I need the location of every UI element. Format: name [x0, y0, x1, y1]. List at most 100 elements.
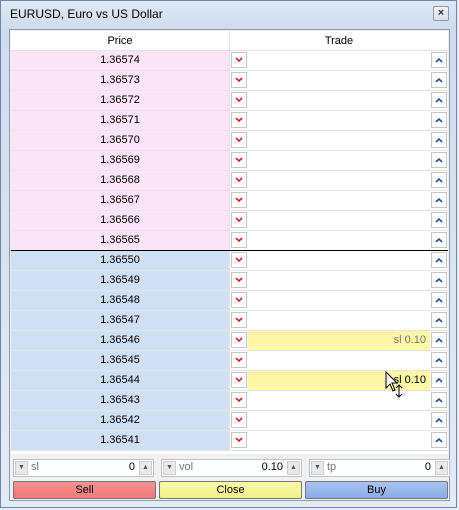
chevron-down-icon [235, 277, 243, 283]
buy-at-price-button[interactable] [431, 292, 447, 308]
buy-at-price-button[interactable] [431, 432, 447, 448]
buy-at-price-button[interactable] [431, 192, 447, 208]
sell-at-price-button[interactable] [231, 72, 247, 88]
vol-stepper[interactable]: ▼ vol 0.10 ▲ [161, 459, 302, 477]
tp-value[interactable]: 0 [425, 461, 431, 473]
price-cell: 1.36545 [11, 351, 230, 370]
chevron-up-icon [435, 77, 443, 83]
price-cell: 1.36548 [11, 291, 230, 310]
tp-stepper[interactable]: ▼ tp 0 ▲ [309, 459, 450, 477]
chevron-down-icon [235, 57, 243, 63]
table-row: 1.36545 [11, 351, 448, 371]
buy-at-price-button[interactable] [431, 412, 447, 428]
close-position-button[interactable]: Close [159, 481, 302, 499]
sell-at-price-button[interactable] [231, 332, 247, 348]
close-window-button[interactable]: × [433, 6, 449, 21]
buy-at-price-button[interactable] [431, 272, 447, 288]
chevron-up-icon [435, 317, 443, 323]
chevron-up-icon [435, 57, 443, 63]
buy-at-price-button[interactable] [431, 72, 447, 88]
sell-at-price-button[interactable] [231, 112, 247, 128]
price-cell: 1.36550 [11, 251, 230, 270]
sell-at-price-button[interactable] [231, 412, 247, 428]
buy-at-price-button[interactable] [431, 232, 447, 248]
sell-at-price-button[interactable] [231, 92, 247, 108]
sell-at-price-button[interactable] [231, 152, 247, 168]
sell-button[interactable]: Sell [13, 481, 156, 499]
table-row: 1.36569 [11, 151, 448, 171]
sell-at-price-button[interactable] [231, 392, 247, 408]
ladder-rows: 1.36574 1.36573 1.36572 1.36571 1.36570 1.365… [11, 51, 448, 451]
chevron-down-icon [235, 297, 243, 303]
sl-decrement-button[interactable]: ▼ [15, 461, 28, 475]
vol-value[interactable]: 0.10 [262, 461, 283, 473]
sell-at-price-button[interactable] [231, 172, 247, 188]
sl-stepper[interactable]: ▼ sl 0 ▲ [13, 459, 154, 477]
tp-decrement-button[interactable]: ▼ [311, 461, 324, 475]
price-cell: 1.36566 [11, 211, 230, 230]
buy-at-price-button[interactable] [431, 392, 447, 408]
buy-at-price-button[interactable] [431, 352, 447, 368]
title-bar[interactable]: EURUSD, Euro vs US Dollar × [1, 1, 456, 27]
chevron-down-icon [235, 177, 243, 183]
chevron-up-icon [435, 197, 443, 203]
chevron-up-icon [435, 297, 443, 303]
chevron-up-icon [435, 337, 443, 343]
table-row: 1.36573 [11, 71, 448, 91]
table-row: 1.36547 [11, 311, 448, 331]
buy-at-price-button[interactable] [431, 252, 447, 268]
sell-at-price-button[interactable] [231, 352, 247, 368]
chevron-down-icon [235, 417, 243, 423]
chevron-up-icon [435, 97, 443, 103]
buy-at-price-button[interactable] [431, 52, 447, 68]
chevron-down-icon [235, 97, 243, 103]
sell-at-price-button[interactable] [231, 132, 247, 148]
price-cell: 1.36547 [11, 311, 230, 330]
buy-at-price-button[interactable] [431, 112, 447, 128]
sell-at-price-button[interactable] [231, 272, 247, 288]
chevron-down-icon [235, 317, 243, 323]
price-cell: 1.36573 [11, 71, 230, 90]
sl-increment-button[interactable]: ▲ [139, 461, 152, 475]
drag-cursor-icon [385, 371, 403, 398]
buy-at-price-button[interactable] [431, 172, 447, 188]
buy-button[interactable]: Buy [305, 481, 448, 499]
sl-value[interactable]: 0 [129, 461, 135, 473]
buy-at-price-button[interactable] [431, 212, 447, 228]
table-row: 1.36549 [11, 271, 448, 291]
chevron-up-icon [435, 157, 443, 163]
buy-at-price-button[interactable] [431, 152, 447, 168]
buy-at-price-button[interactable] [431, 132, 447, 148]
vol-decrement-button[interactable]: ▼ [163, 461, 176, 475]
table-row: 1.36548 [11, 291, 448, 311]
table-row: 1.36567 [11, 191, 448, 211]
table-row: 1.36574 [11, 51, 448, 71]
chevron-up-icon [435, 417, 443, 423]
chevron-down-icon [235, 257, 243, 263]
buy-at-price-button[interactable] [431, 332, 447, 348]
price-cell: 1.36568 [11, 171, 230, 190]
action-buttons: Sell Close Buy [13, 481, 449, 499]
tp-label: tp [327, 461, 337, 473]
table-row: 1.36566 [11, 211, 448, 231]
chevron-down-icon [235, 237, 243, 243]
buy-at-price-button[interactable] [431, 92, 447, 108]
chevron-up-icon [435, 257, 443, 263]
sl-label: sl [31, 461, 39, 473]
price-cell: 1.36571 [11, 111, 230, 130]
sell-at-price-button[interactable] [231, 192, 247, 208]
buy-at-price-button[interactable] [431, 312, 447, 328]
sell-at-price-button[interactable] [231, 212, 247, 228]
sell-at-price-button[interactable] [231, 232, 247, 248]
sell-at-price-button[interactable] [231, 52, 247, 68]
sell-at-price-button[interactable] [231, 312, 247, 328]
sell-at-price-button[interactable] [231, 252, 247, 268]
sell-at-price-button[interactable] [231, 432, 247, 448]
stop-loss-order[interactable]: sl 0.10 [248, 331, 430, 350]
price-cell: 1.36569 [11, 151, 230, 170]
sell-at-price-button[interactable] [231, 292, 247, 308]
buy-at-price-button[interactable] [431, 372, 447, 388]
vol-increment-button[interactable]: ▲ [287, 461, 300, 475]
sell-at-price-button[interactable] [231, 372, 247, 388]
tp-increment-button[interactable]: ▲ [435, 461, 448, 475]
